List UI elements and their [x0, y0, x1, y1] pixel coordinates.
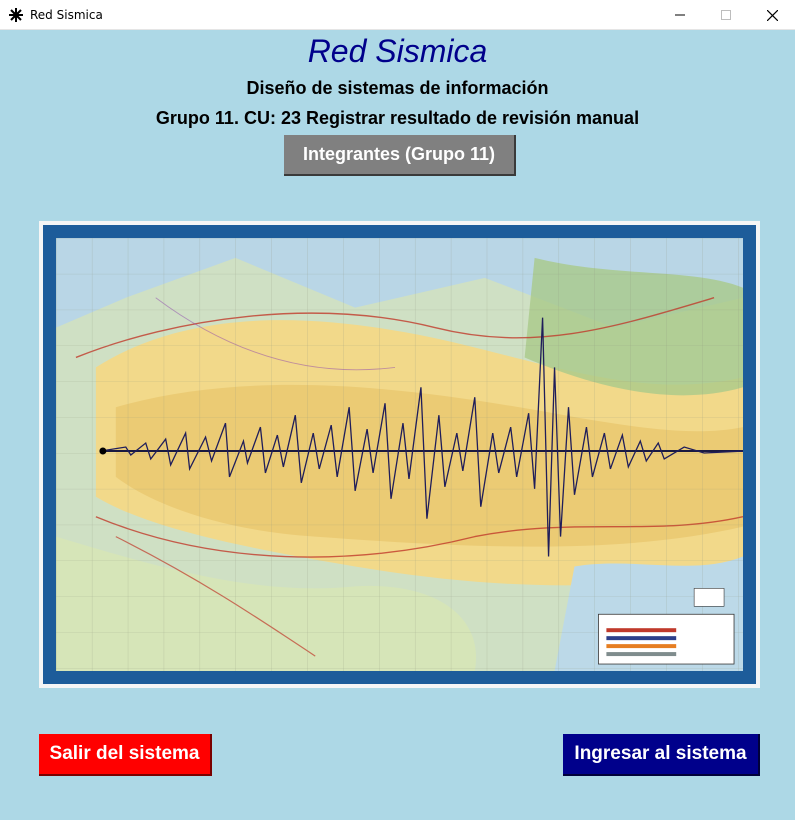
window-title: Red Sismica — [30, 7, 103, 22]
window-titlebar: Red Sismica — [0, 0, 795, 30]
exit-button[interactable]: Salir del sistema — [39, 734, 212, 776]
subtitle: Diseño de sistemas de información — [246, 78, 549, 98]
members-button[interactable]: Integrantes (Grupo 11) — [284, 135, 516, 176]
seismic-map-image — [39, 221, 760, 688]
maximize-button[interactable] — [703, 0, 749, 30]
minimize-icon — [675, 14, 685, 16]
enter-button[interactable]: Ingresar al sistema — [563, 734, 760, 776]
use-case-subtitle: Grupo 11. CU: 23 Registrar resultado de … — [155, 108, 640, 128]
minimize-button[interactable] — [657, 0, 703, 30]
maximize-icon — [721, 10, 731, 20]
close-button[interactable] — [749, 0, 795, 30]
close-icon — [766, 9, 778, 21]
app-icon — [8, 7, 24, 23]
page-title: Red Sismica — [307, 33, 488, 69]
